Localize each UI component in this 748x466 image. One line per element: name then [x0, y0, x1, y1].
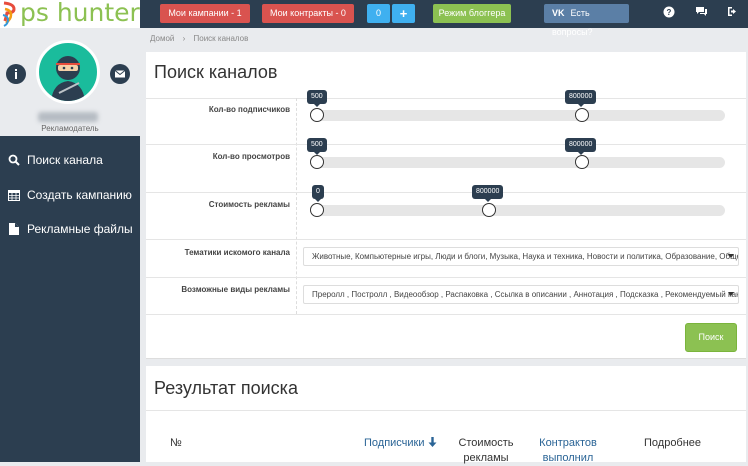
search-panel: Поиск каналов Кол-во подписчиков 500 800…	[146, 52, 746, 359]
subscribers-max-tooltip: 800000	[565, 90, 597, 107]
logo[interactable]: ps hunter	[0, 0, 140, 28]
sidebar-item-ad-files[interactable]: Рекламные файлы	[0, 212, 140, 246]
column-header-contracts-line2: выполнил	[542, 452, 594, 464]
table-icon	[7, 178, 21, 212]
views-label: Кол-во просмотров	[212, 152, 290, 161]
views-slider-track[interactable]	[317, 157, 725, 168]
topics-label: Тематики искомого канала	[184, 248, 290, 257]
my-campaigns-button[interactable]: Мои кампании - 1	[160, 4, 250, 23]
subscribers-slider-track[interactable]	[317, 110, 725, 121]
chevron-down-icon	[728, 254, 734, 258]
divider	[146, 314, 746, 315]
cost-slider-track[interactable]	[317, 205, 725, 216]
vk-icon: VK	[552, 8, 565, 18]
ninja-icon	[51, 56, 85, 101]
cost-min-tooltip: 0	[312, 185, 324, 202]
subscribers-max-handle[interactable]	[575, 108, 589, 122]
divider	[146, 192, 746, 193]
profile-block: Рекламодатель	[0, 28, 140, 136]
questions-button[interactable]: VK Есть вопросы?	[544, 4, 629, 37]
cost-max-handle[interactable]	[482, 203, 496, 217]
sidebar: Рекламодатель Поиск канала Создать кампа…	[0, 28, 140, 462]
my-contracts-button[interactable]: Мои контракты - 0	[262, 4, 354, 23]
blogger-mode-button[interactable]: Режим блоггера	[433, 4, 511, 23]
views-max-handle[interactable]	[575, 155, 589, 169]
search-button[interactable]: Поиск	[685, 323, 737, 352]
breadcrumb-current: Поиск каналов	[193, 34, 249, 43]
cost-max-tooltip: 800000	[472, 185, 504, 202]
sidebar-item-label: Создать кампанию	[27, 188, 132, 202]
views-min-tooltip: 500	[307, 138, 327, 155]
logout-icon[interactable]	[726, 6, 740, 20]
ad-types-select[interactable]: Преролл , Постролл , Видеообзор , Распак…	[303, 285, 739, 304]
file-icon	[7, 212, 21, 246]
divider	[146, 277, 746, 278]
divider	[146, 239, 746, 240]
breadcrumb-separator: ›	[182, 34, 186, 43]
column-header-contracts-line1: Контрактов	[539, 437, 597, 449]
arrow-down-icon	[428, 437, 437, 447]
svg-text:?: ?	[667, 8, 672, 17]
views-min-handle[interactable]	[310, 155, 324, 169]
page-title: Поиск каналов	[154, 62, 278, 82]
topics-select[interactable]: Животные, Компьютерные игры, Люди и блог…	[303, 247, 739, 266]
cost-min-handle[interactable]	[310, 203, 324, 217]
column-header-cost-line2: рекламы	[463, 452, 509, 464]
ad-types-label: Возможные виды рекламы	[181, 285, 290, 294]
divider	[146, 144, 746, 145]
subscribers-label: Кол-во подписчиков	[208, 105, 290, 114]
top-bar: ps hunter Мои кампании - 1 Мои контракты…	[0, 0, 748, 37]
column-header-subscribers[interactable]: Подписчики	[364, 436, 437, 451]
results-title: Результат поиска	[154, 378, 298, 398]
results-panel: Результат поиска № Подписчики Стоимость …	[146, 366, 746, 464]
breadcrumb-home[interactable]: Домой	[150, 34, 174, 43]
topics-select-value: Животные, Компьютерные игры, Люди и блог…	[312, 252, 739, 261]
chevron-down-icon	[728, 292, 734, 296]
column-header-cost-line1: Стоимость	[458, 437, 514, 449]
ad-types-select-value: Преролл , Постролл , Видеообзор , Распак…	[312, 290, 739, 299]
subscribers-min-tooltip: 500	[307, 90, 327, 107]
divider	[146, 410, 746, 411]
help-icon[interactable]: ?	[662, 6, 676, 20]
counter-badge[interactable]: 0	[367, 4, 390, 23]
sidebar-item-search-channel[interactable]: Поиск канала	[0, 143, 140, 177]
views-max-tooltip: 800000	[565, 138, 597, 155]
info-icon[interactable]	[6, 64, 26, 84]
avatar[interactable]	[36, 40, 100, 104]
subscribers-min-handle[interactable]	[310, 108, 324, 122]
column-header-number: №	[170, 437, 182, 449]
column-header-subscribers-label: Подписчики	[364, 437, 425, 449]
mail-icon[interactable]	[110, 64, 130, 84]
user-role: Рекламодатель	[41, 124, 99, 133]
logo-text: ps hunter	[20, 0, 140, 27]
username-blurred	[38, 112, 98, 122]
form-column-divider	[296, 98, 297, 314]
divider	[146, 98, 746, 99]
sidebar-item-label: Поиск канала	[27, 153, 103, 167]
sidebar-item-create-campaign[interactable]: Создать кампанию	[0, 178, 140, 212]
chat-icon[interactable]	[694, 6, 708, 20]
breadcrumb: Домой › Поиск каналов	[150, 34, 254, 43]
search-icon	[7, 143, 21, 177]
logo-icon	[2, 1, 16, 27]
cost-label: Стоимость рекламы	[208, 200, 290, 209]
add-button[interactable]: +	[392, 4, 415, 23]
column-header-details: Подробнее	[644, 437, 702, 449]
sidebar-item-label: Рекламные файлы	[27, 222, 133, 236]
